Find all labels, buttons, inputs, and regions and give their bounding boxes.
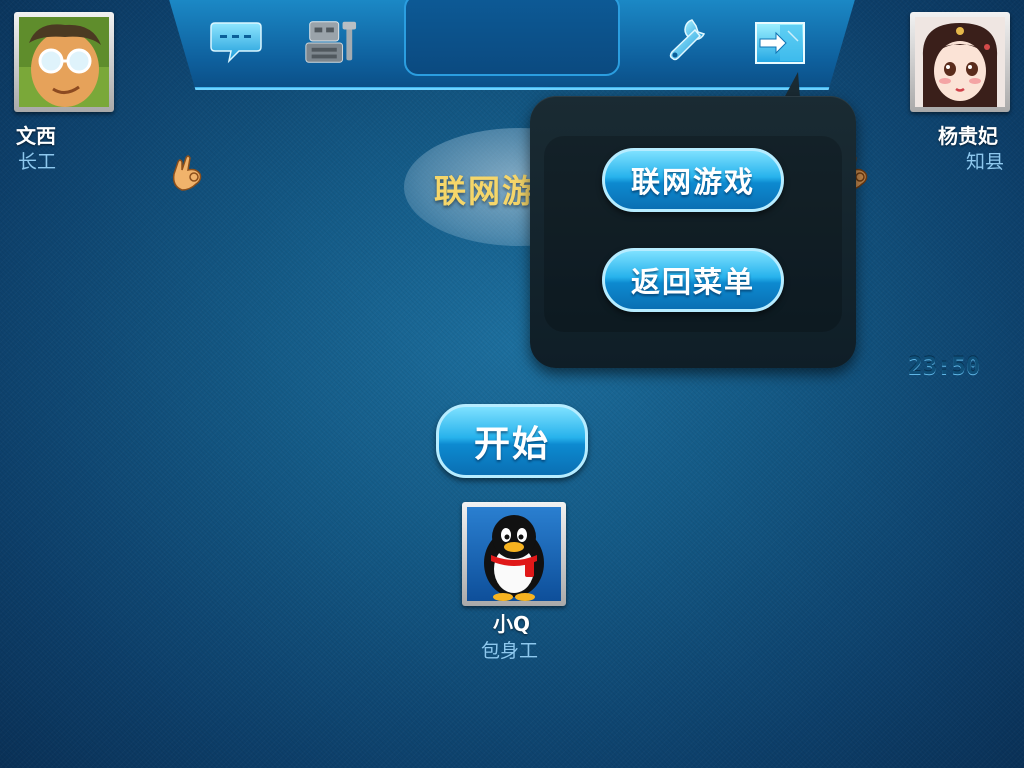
back-to-menu-button[interactable]: 返回菜单 — [602, 248, 784, 312]
chat-button[interactable] — [208, 14, 264, 70]
right-player-rank: 知县 — [966, 151, 1005, 173]
start-button[interactable]: 开始 — [436, 404, 588, 478]
wrench-icon — [669, 19, 706, 61]
exit-door-icon — [755, 22, 805, 64]
left-player-rank: 长工 — [18, 151, 57, 173]
left-player-name: 文西 — [16, 124, 56, 148]
penguin-portrait — [467, 507, 561, 601]
exit-button[interactable] — [752, 14, 808, 70]
old-man-portrait — [19, 17, 109, 107]
popup-pointer — [784, 72, 800, 98]
exit-menu-popup — [530, 96, 856, 368]
avatar-self-player[interactable] — [462, 502, 566, 606]
lady-portrait — [915, 17, 1005, 107]
avatar-right-player[interactable] — [910, 12, 1010, 112]
game-clock: 23:50 — [908, 352, 981, 380]
avatar-left-player[interactable] — [14, 12, 114, 112]
robot-icon — [305, 21, 357, 63]
self-player-rank: 包身工 — [481, 640, 539, 662]
settings-button[interactable] — [660, 12, 716, 68]
toolbar-center-panel — [404, 0, 620, 76]
chat-bubble-icon — [210, 22, 262, 64]
self-player-name: 小Q — [493, 612, 531, 636]
robot-button[interactable] — [302, 14, 358, 70]
ok-hand-icon-left — [172, 155, 202, 191]
right-player-name: 杨贵妃 — [938, 124, 998, 148]
online-game-button[interactable]: 联网游戏 — [602, 148, 784, 212]
